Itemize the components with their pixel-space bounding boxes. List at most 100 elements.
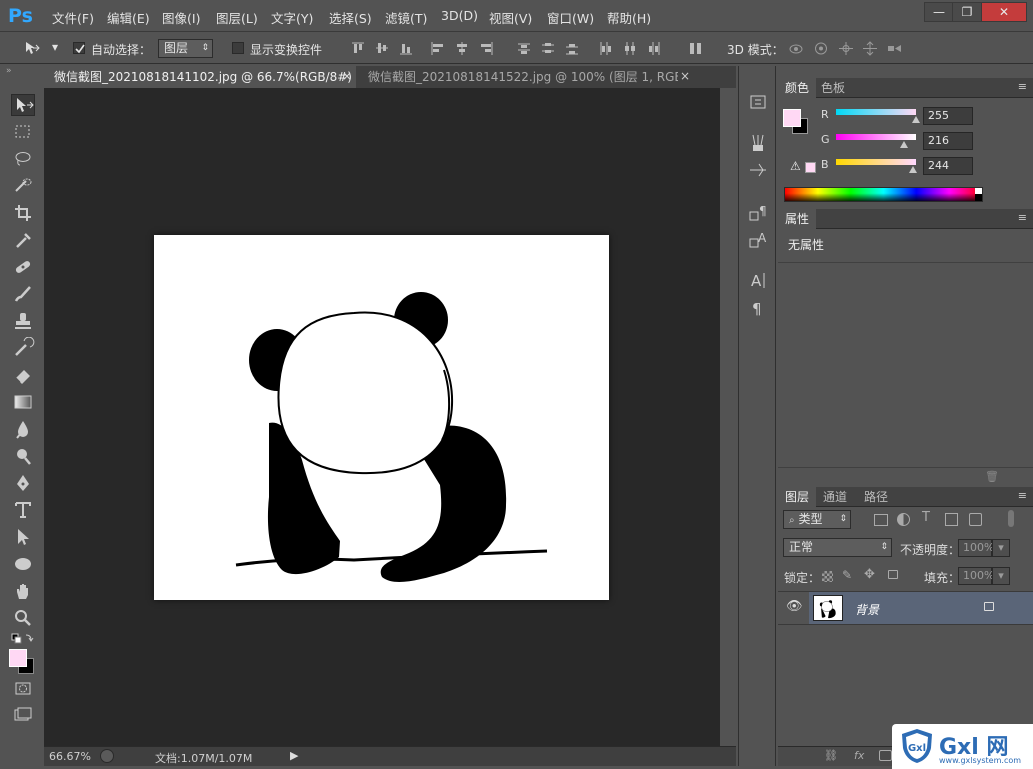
close-tab-icon[interactable]: × <box>342 69 352 83</box>
tool-preset-arrow[interactable]: ▾ <box>52 40 58 54</box>
tab-swatches[interactable]: 色板 <box>814 78 852 98</box>
tools-collapse-icon[interactable]: » <box>6 66 42 76</box>
trash-icon[interactable]: 🗑 <box>985 470 999 483</box>
lock-all-icon[interactable] <box>888 570 898 579</box>
align-left-icon[interactable] <box>430 41 446 56</box>
paragraph-styles-icon[interactable]: ¶ <box>747 202 769 222</box>
gamut-warning-icon[interactable]: ⚠ <box>790 159 801 173</box>
dodge-tool-icon[interactable] <box>11 445 35 467</box>
history-panel-icon[interactable] <box>747 92 769 112</box>
gamut-swatch[interactable] <box>805 162 816 173</box>
filter-type-icon[interactable]: T <box>922 510 930 525</box>
blur-tool-icon[interactable] <box>11 418 35 440</box>
g-value-field[interactable]: 216 <box>923 132 973 150</box>
r-slider[interactable] <box>836 109 916 115</box>
brush-presets-icon[interactable] <box>747 133 769 153</box>
distribute-left-icon[interactable] <box>598 41 614 56</box>
align-right-icon[interactable] <box>478 41 494 56</box>
menu-edit[interactable]: 编辑(E) <box>107 8 150 27</box>
quick-mask-icon[interactable] <box>11 678 35 700</box>
menu-type[interactable]: 文字(Y) <box>271 8 313 27</box>
history-brush-tool-icon[interactable] <box>11 336 35 359</box>
opacity-field[interactable]: 100% <box>958 539 994 557</box>
document-canvas[interactable] <box>154 235 609 600</box>
layer-name[interactable]: 背景 <box>855 601 879 618</box>
tab-paths[interactable]: 路径 <box>857 487 895 507</box>
marquee-tool-icon[interactable] <box>11 121 35 143</box>
3d-rotate-icon[interactable] <box>788 41 804 56</box>
menu-help[interactable]: 帮助(H) <box>607 8 651 27</box>
eraser-tool-icon[interactable] <box>11 364 35 386</box>
distribute-vcenter-icon[interactable] <box>540 41 556 56</box>
default-colors-icon[interactable] <box>11 628 35 644</box>
paragraph-panel-icon[interactable]: ¶ <box>747 298 769 318</box>
gradient-tool-icon[interactable] <box>11 391 35 413</box>
panel-menu-icon[interactable]: ≡ <box>1018 489 1027 502</box>
ellipse-tool-icon[interactable] <box>11 553 35 575</box>
close-window-button[interactable]: ✕ <box>981 2 1027 22</box>
auto-select-checkbox[interactable] <box>73 42 85 54</box>
fill-field[interactable]: 100% <box>958 567 994 585</box>
align-hcenter-icon[interactable] <box>454 41 470 56</box>
panel-menu-icon[interactable]: ≡ <box>1018 211 1027 224</box>
lasso-tool-icon[interactable] <box>11 148 35 170</box>
3d-scale-icon[interactable] <box>886 41 902 56</box>
link-layers-icon[interactable]: ⛓ <box>824 749 838 762</box>
panel-menu-icon[interactable]: ≡ <box>1018 80 1027 93</box>
filter-adjustment-icon[interactable] <box>897 513 910 526</box>
tab-properties[interactable]: 属性 <box>778 209 817 229</box>
menu-file[interactable]: 文件(F) <box>52 8 94 27</box>
b-slider-thumb[interactable] <box>908 166 917 173</box>
minimize-button[interactable]: — <box>924 2 954 22</box>
filter-pixel-icon[interactable] <box>874 514 888 526</box>
color-fg-swatch[interactable] <box>783 109 801 127</box>
menu-select[interactable]: 选择(S) <box>329 8 372 27</box>
quick-selection-tool-icon[interactable] <box>11 175 35 197</box>
crop-tool-icon[interactable] <box>11 202 35 224</box>
hand-tool-icon[interactable] <box>11 580 35 602</box>
align-top-icon[interactable] <box>350 41 366 56</box>
status-info-icon[interactable] <box>100 749 114 763</box>
blend-mode-select[interactable]: 正常 ⇕ <box>783 538 892 557</box>
color-spectrum-ramp[interactable] <box>784 187 983 202</box>
lock-transparency-icon[interactable] <box>822 571 833 582</box>
filter-shape-icon[interactable] <box>945 513 958 526</box>
menu-3d[interactable]: 3D(D) <box>441 8 478 23</box>
pen-tool-icon[interactable] <box>11 472 35 494</box>
character-panel-icon[interactable]: A <box>747 270 769 290</box>
tool-presets-icon[interactable] <box>747 160 769 180</box>
distribute-top-icon[interactable] <box>516 41 532 56</box>
clone-stamp-tool-icon[interactable] <box>11 310 35 332</box>
layer-style-icon[interactable]: fx <box>854 749 864 762</box>
show-transform-checkbox[interactable] <box>232 42 244 54</box>
auto-select-target-select[interactable]: 图层 ⇕ <box>158 39 213 58</box>
document-tab-active[interactable]: 微信截图_20210818141102.jpg @ 66.7%(RGB/8#) … <box>44 66 356 88</box>
layer-filter-select[interactable]: ⌕ 类型 ⇕ <box>783 510 851 529</box>
layer-row-background[interactable]: 背景 <box>809 591 1033 625</box>
distribute-hcenter-icon[interactable] <box>622 41 638 56</box>
g-slider-thumb[interactable] <box>899 141 908 148</box>
status-menu-arrow-icon[interactable]: ▶ <box>290 749 298 762</box>
tab-layers[interactable]: 图层 <box>778 487 817 507</box>
brush-tool-icon[interactable] <box>11 283 35 305</box>
menu-window[interactable]: 窗口(W) <box>547 8 594 27</box>
close-tab-icon[interactable]: × <box>680 69 690 83</box>
distribute-right-icon[interactable] <box>646 41 662 56</box>
move-tool-icon[interactable] <box>11 94 35 116</box>
path-selection-tool-icon[interactable] <box>11 526 35 548</box>
tab-channels[interactable]: 通道 <box>816 487 854 507</box>
filter-smart-object-icon[interactable] <box>969 513 982 526</box>
type-tool-icon[interactable] <box>11 499 35 521</box>
filter-toggle-icon[interactable] <box>1008 510 1014 527</box>
foreground-color-swatch[interactable] <box>9 649 27 667</box>
b-slider[interactable] <box>836 159 916 165</box>
r-value-field[interactable]: 255 <box>923 107 973 125</box>
menu-layer[interactable]: 图层(L) <box>216 8 258 27</box>
3d-pan-icon[interactable] <box>838 41 854 56</box>
fill-dropdown-icon[interactable]: ▾ <box>992 567 1010 585</box>
auto-align-icon[interactable] <box>688 41 704 56</box>
3d-slide-icon[interactable] <box>862 41 878 56</box>
g-slider[interactable] <box>836 134 916 140</box>
tab-color[interactable]: 颜色 <box>778 78 817 98</box>
layer-mask-icon[interactable] <box>879 750 892 761</box>
